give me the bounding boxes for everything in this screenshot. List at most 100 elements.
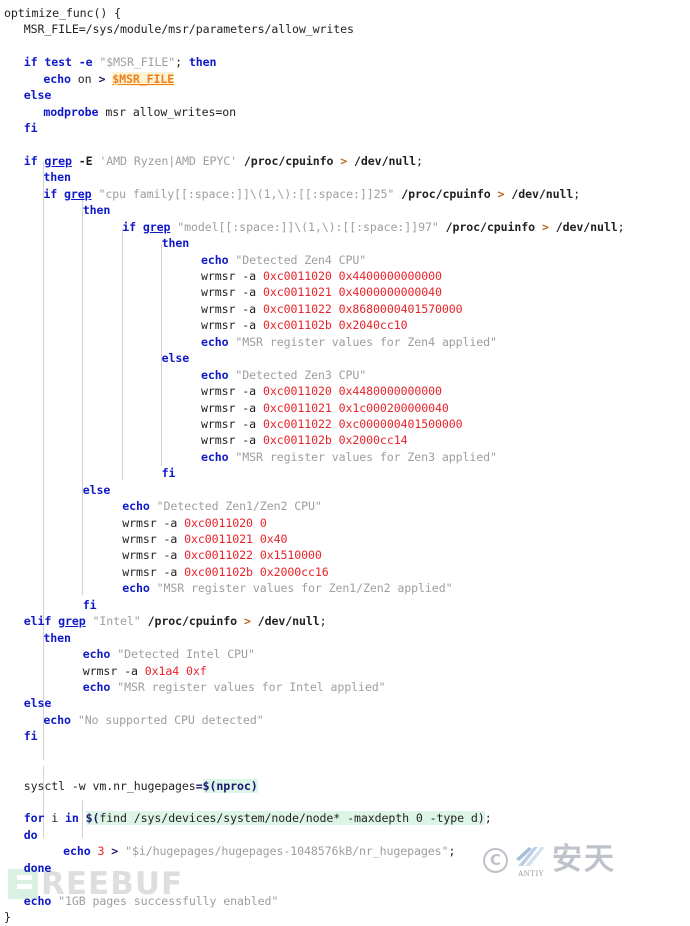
code-token: 0xc0011022 (262, 416, 332, 431)
code-line: then (0, 169, 690, 185)
code-token: elif (23, 614, 52, 629)
code-token: find /sys/devices/system/node/node* -max… (99, 811, 485, 826)
code-line: wrmsr -a 0xc0011021 0x4000000000040 (0, 284, 690, 300)
code-token: if (122, 219, 136, 234)
code-token: -a (124, 663, 138, 678)
code-token: if (43, 186, 58, 201)
code-token: wrmsr (201, 416, 236, 431)
code-line: echo "MSR register values for Zen1/Zen2 … (0, 580, 690, 596)
code-line: wrmsr -a 0x1a4 0xf (0, 663, 690, 679)
code-token: fi (23, 729, 38, 744)
code-token: 0x40 (259, 532, 288, 546)
code-token: 0x4480000000000 (338, 384, 442, 399)
code-token: 0xc0011021 (262, 285, 332, 300)
code-line: else (0, 87, 690, 103)
code-token: -a (242, 269, 257, 283)
code-line: echo "Detected Zen4 CPU" (0, 252, 690, 268)
code-token: echo (122, 499, 150, 514)
code-token: -a (242, 285, 257, 300)
code-token: fi (23, 121, 38, 136)
code-line: if grep "cpu family[[:space:]]\(1,\):[[:… (0, 186, 690, 202)
code-line: done (0, 860, 690, 876)
code-token: then (43, 170, 71, 185)
code-token: 0xc0011021 (184, 532, 253, 546)
code-line: echo "Detected Intel CPU" (0, 646, 690, 662)
code-token: wrmsr (201, 285, 236, 300)
code-token: "1GB pages successfully enabled" (58, 893, 279, 908)
code-line: wrmsr -a 0xc0011020 0x4480000000000 (0, 383, 690, 399)
code-line: do (0, 827, 690, 843)
code-line: echo "MSR register values for Zen4 appli… (0, 334, 690, 350)
code-token: ; (448, 844, 456, 859)
code-token: wrmsr (201, 318, 236, 333)
code-line: wrmsr -a 0xc0011020 0 (0, 515, 690, 531)
code-line: wrmsr -a 0xc001102b 0x2000cc16 (0, 564, 690, 580)
code-line: else (0, 482, 690, 498)
code-line: wrmsr -a 0xc0011022 0x1510000 (0, 547, 690, 563)
code-token: wrmsr (201, 301, 236, 316)
code-line: echo "No supported CPU detected" (0, 712, 690, 728)
code-token: 0xc000000401500000 (338, 416, 463, 431)
code-token: "MSR register values for Zen1/Zen2 appli… (156, 581, 453, 596)
code-line: then (0, 630, 690, 646)
code-line: sysctl -w vm.nr_hugepages=$(nproc) (0, 778, 690, 794)
code-token: wrmsr (201, 269, 236, 283)
code-token: () { (93, 6, 121, 20)
code-token: 0 (259, 515, 267, 530)
code-token: /proc/cpuinfo (147, 614, 238, 629)
code-token: 0x2000cc16 (259, 564, 329, 579)
code-token: wrmsr (201, 400, 236, 415)
code-token: -e (78, 55, 93, 70)
code-token: "MSR register values for Zen4 applied" (235, 334, 497, 349)
code-token: echo (43, 712, 71, 727)
code-token: if (23, 55, 38, 70)
code-token: sysctl -w vm.nr_hugepages (23, 778, 196, 793)
code-token: MSR_FILE=/sys/module/msr/parameters/allo… (23, 22, 354, 37)
code-token: -a (163, 532, 178, 546)
code-token: "Detected Zen1/Zen2 CPU" (156, 499, 322, 514)
code-token: fi (161, 466, 176, 481)
code-line: else (0, 350, 690, 366)
code-token: -a (242, 433, 257, 448)
code-token: 0x4400000000000 (338, 269, 442, 283)
code-token: 0xc001102b (184, 564, 253, 579)
code-line: fi (0, 597, 690, 613)
code-line: then (0, 202, 690, 218)
code-block: optimize_func() {MSR_FILE=/sys/module/ms… (0, 0, 690, 924)
code-token: 0xc001102b (262, 318, 332, 333)
code-token: /proc/cpuinfo (401, 186, 491, 201)
code-token: fi (82, 597, 97, 612)
code-token: 0xc0011020 (262, 384, 332, 399)
code-token: ; (484, 811, 492, 826)
code-line: wrmsr -a 0xc001102b 0x2000cc14 (0, 432, 690, 448)
code-token: "$MSR_FILE" (99, 55, 176, 70)
code-line: echo "Detected Zen1/Zen2 CPU" (0, 498, 690, 514)
code-token: > (541, 219, 549, 234)
code-line: if test -e "$MSR_FILE"; then (0, 54, 690, 70)
code-token: -a (163, 548, 178, 563)
code-token: echo (82, 647, 111, 662)
code-token: ; (573, 186, 581, 201)
code-token: 0x1a4 (144, 663, 180, 678)
code-line: optimize_func() { (0, 5, 690, 21)
